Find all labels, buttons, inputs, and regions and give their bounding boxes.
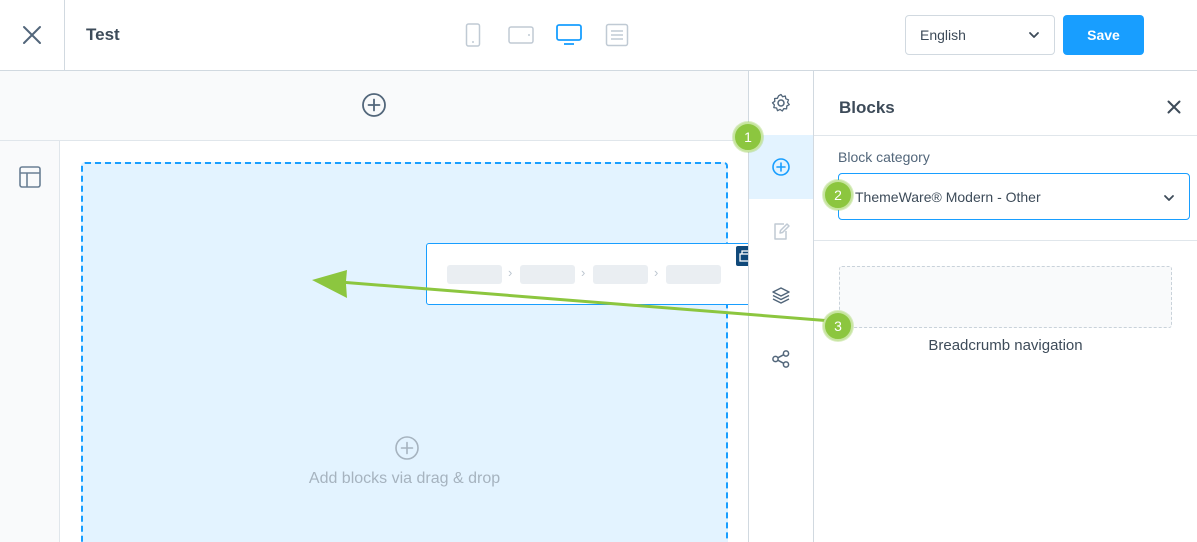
block-category-label: Block category bbox=[838, 149, 930, 165]
blocks-panel: Blocks Block category ThemeWare® Modern … bbox=[814, 71, 1197, 542]
mobile-icon bbox=[465, 23, 481, 47]
language-value: English bbox=[920, 27, 966, 43]
panel-close-button[interactable] bbox=[1167, 100, 1181, 119]
block-item-breadcrumb[interactable] bbox=[839, 266, 1172, 328]
layout-icon bbox=[19, 166, 41, 188]
drop-add-button[interactable] bbox=[394, 435, 420, 466]
breadcrumb-placeholder bbox=[447, 265, 502, 284]
chevron-down-icon bbox=[1164, 195, 1174, 201]
breadcrumb-placeholder bbox=[520, 265, 575, 284]
chevron-right-icon: › bbox=[581, 265, 586, 280]
step-marker-3: 3 bbox=[823, 311, 853, 341]
close-icon bbox=[1167, 100, 1181, 114]
gear-icon bbox=[771, 93, 790, 112]
layers-icon bbox=[772, 287, 790, 304]
plus-circle-icon bbox=[362, 93, 386, 117]
save-button[interactable]: Save bbox=[1063, 15, 1144, 55]
plus-circle-icon bbox=[395, 436, 419, 460]
dragged-block-preview[interactable]: › › › bbox=[426, 243, 759, 305]
add-section-button[interactable] bbox=[360, 91, 388, 119]
chevron-right-icon: › bbox=[654, 265, 659, 280]
panel-title: Blocks bbox=[839, 98, 895, 117]
tab-layers[interactable] bbox=[749, 263, 813, 327]
close-editor-button[interactable] bbox=[0, 0, 65, 70]
device-tablet-button[interactable] bbox=[508, 22, 534, 48]
chevron-down-icon bbox=[1029, 32, 1039, 38]
language-select[interactable]: English bbox=[905, 15, 1055, 55]
block-category-select[interactable]: ThemeWare® Modern - Other bbox=[838, 173, 1190, 220]
divider bbox=[814, 240, 1197, 241]
add-block-icon bbox=[772, 158, 790, 176]
device-form-button[interactable] bbox=[604, 22, 630, 48]
step-marker-1: 1 bbox=[733, 122, 763, 152]
drop-zone-hint: Add blocks via drag & drop bbox=[308, 470, 501, 487]
device-switcher bbox=[460, 22, 630, 48]
block-item-label: Breadcrumb navigation bbox=[928, 337, 1083, 354]
section-settings-strip bbox=[0, 141, 60, 542]
device-desktop-button[interactable] bbox=[556, 22, 582, 48]
share-icon bbox=[772, 350, 790, 368]
tablet-icon bbox=[508, 26, 534, 44]
section-layout-button[interactable] bbox=[18, 165, 42, 194]
top-bar: Test English Save bbox=[0, 0, 1197, 71]
form-icon bbox=[605, 23, 629, 47]
close-icon bbox=[23, 26, 41, 44]
block-category-value: ThemeWare® Modern - Other bbox=[855, 188, 1041, 205]
page-title: Test bbox=[86, 25, 120, 44]
panel-header: Blocks bbox=[814, 71, 1197, 136]
device-mobile-button[interactable] bbox=[460, 22, 486, 48]
block-drop-zone[interactable]: Add blocks via drag & drop bbox=[81, 162, 728, 542]
breadcrumb-placeholder bbox=[666, 265, 721, 284]
tab-share[interactable] bbox=[749, 327, 813, 391]
editor-canvas: Add blocks via drag & drop bbox=[0, 71, 748, 542]
section-insert-bar bbox=[0, 71, 748, 141]
tab-edit[interactable] bbox=[749, 199, 813, 263]
breadcrumb-placeholder bbox=[593, 265, 648, 284]
edit-icon bbox=[774, 223, 790, 240]
chevron-right-icon: › bbox=[508, 265, 513, 280]
desktop-icon bbox=[556, 24, 582, 45]
step-marker-2: 2 bbox=[823, 180, 853, 210]
